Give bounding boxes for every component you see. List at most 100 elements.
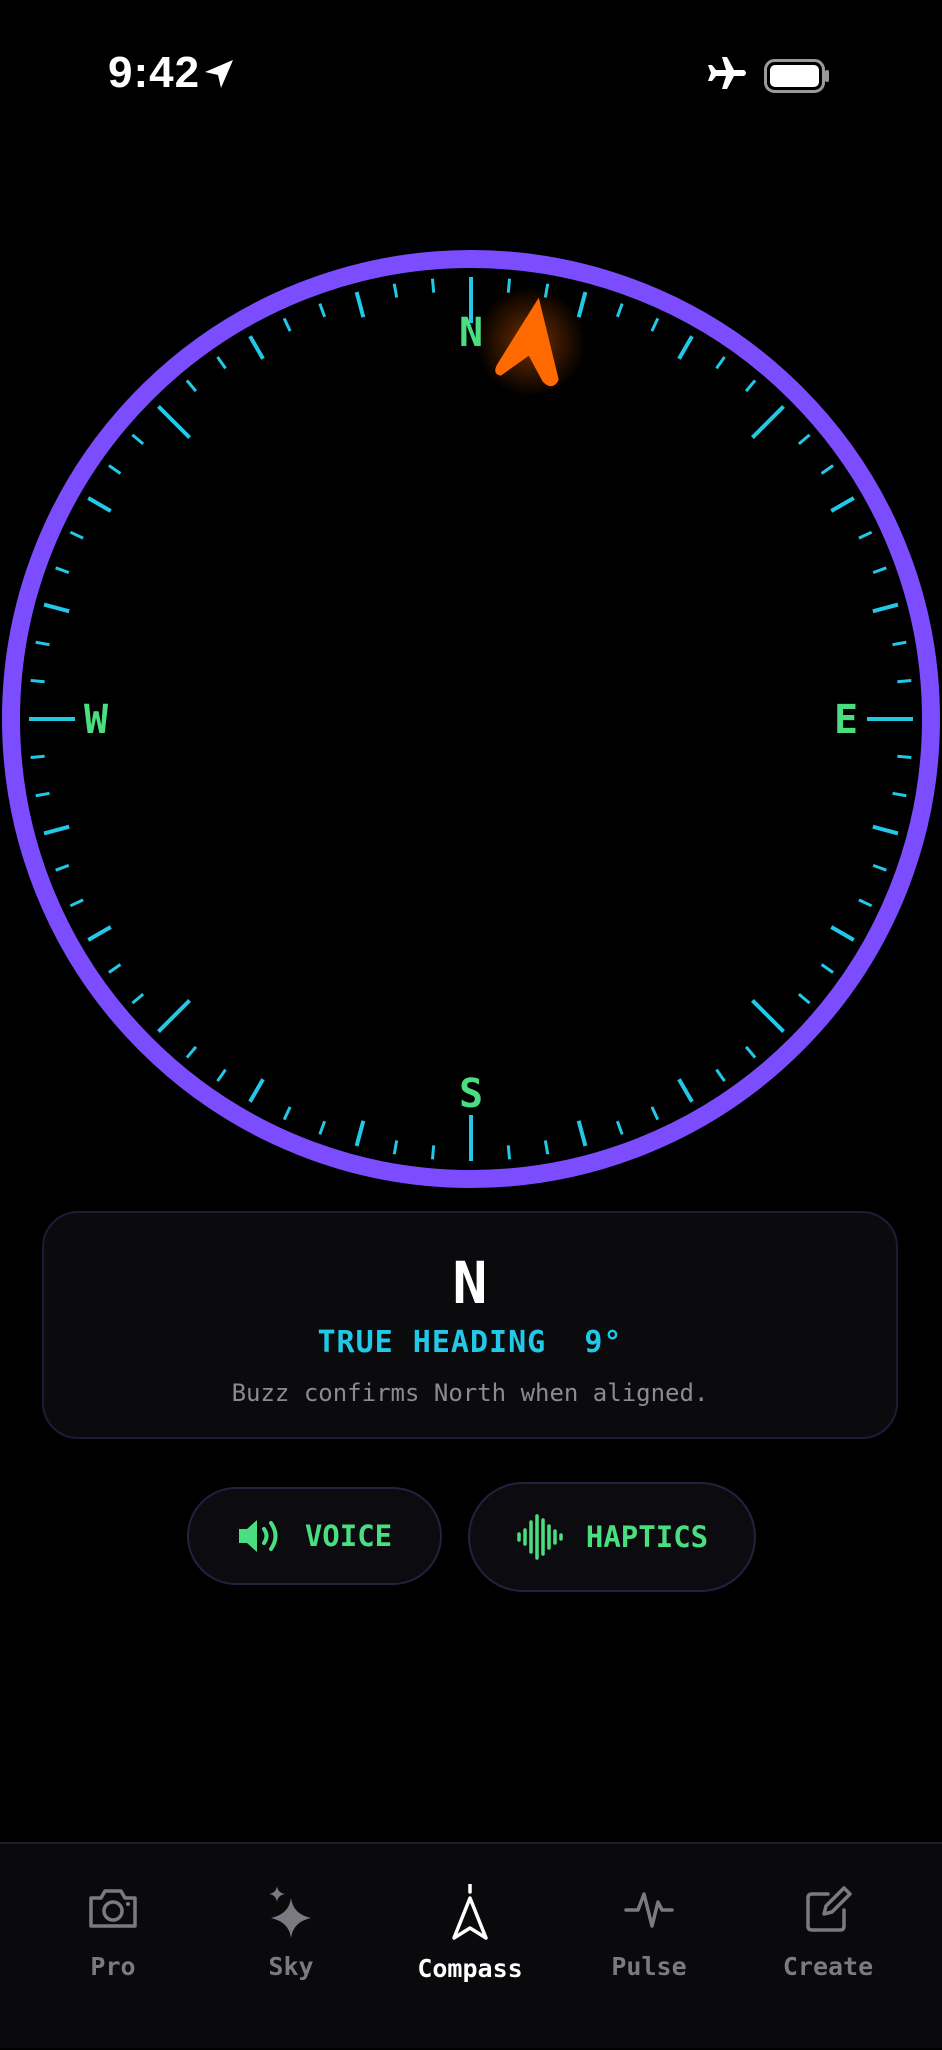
compass-tick bbox=[69, 898, 84, 908]
compass-tick bbox=[650, 1106, 660, 1121]
compass-tick bbox=[131, 433, 145, 446]
compass-tick bbox=[248, 1078, 265, 1103]
compass-tick bbox=[69, 530, 84, 540]
compass-tick bbox=[430, 278, 436, 293]
compass-tick bbox=[797, 433, 811, 446]
status-bar: 9:42 bbox=[0, 0, 942, 150]
compass-tick bbox=[35, 791, 50, 798]
compass-tick bbox=[354, 1120, 366, 1147]
compass-tick bbox=[392, 283, 399, 298]
compass-tick bbox=[744, 1045, 757, 1059]
alignment-note: Buzz confirms North when aligned. bbox=[231, 1379, 709, 1407]
compass-tick bbox=[55, 863, 70, 872]
tab-label: Compass bbox=[417, 1954, 523, 1983]
camera-icon bbox=[89, 1889, 137, 1928]
compass-tick bbox=[506, 1145, 512, 1160]
compass-tick bbox=[615, 303, 624, 318]
tab-label: Sky bbox=[268, 1952, 314, 1981]
tab-label: Create bbox=[782, 1952, 874, 1981]
compass-tick bbox=[892, 640, 907, 647]
compass-tick bbox=[897, 678, 912, 684]
tab-label: Pro bbox=[90, 1952, 136, 1981]
compass-tick bbox=[615, 1120, 624, 1135]
sparkles-icon bbox=[269, 1886, 311, 1938]
compass-tick bbox=[282, 317, 292, 332]
compass-tick bbox=[858, 898, 873, 908]
compass-tick bbox=[820, 963, 834, 974]
compass-tick bbox=[43, 602, 70, 614]
heading-direction: N bbox=[452, 1249, 488, 1317]
compass-ring bbox=[2, 250, 940, 1188]
haptics-button[interactable]: HAPTICS bbox=[468, 1482, 756, 1592]
tab-label: Pulse bbox=[611, 1952, 687, 1981]
compass-tick bbox=[108, 963, 122, 974]
compass-tick bbox=[751, 999, 785, 1033]
status-time: 9:42 bbox=[108, 48, 201, 97]
tab-compass[interactable]: Compass bbox=[380, 1844, 560, 2050]
voice-label: VOICE bbox=[304, 1519, 393, 1553]
compass-tick bbox=[858, 530, 873, 540]
compass-tick bbox=[185, 379, 198, 393]
compass-tick bbox=[157, 405, 191, 439]
compass-tick bbox=[430, 1145, 436, 1160]
compass-tick bbox=[55, 566, 70, 575]
cardinal-east: E bbox=[834, 697, 858, 743]
compass-tick bbox=[506, 278, 512, 293]
compass-tick bbox=[131, 992, 145, 1005]
compass-ticks bbox=[29, 277, 913, 1161]
compass-tick bbox=[715, 356, 726, 370]
compass-tick bbox=[677, 1078, 694, 1103]
compass-tick bbox=[820, 464, 834, 475]
speaker-icon bbox=[238, 1520, 278, 1552]
compass-tick bbox=[30, 678, 45, 684]
compass-tick bbox=[872, 863, 887, 872]
compass-tick bbox=[872, 824, 899, 836]
compass-tick bbox=[897, 754, 912, 760]
compass-tick bbox=[87, 925, 112, 942]
compass-tick bbox=[744, 379, 757, 393]
compass-tick bbox=[108, 464, 122, 475]
compass-tick bbox=[543, 1140, 550, 1155]
airplane-icon bbox=[708, 57, 746, 89]
compass-tick bbox=[715, 1068, 726, 1082]
compass-tick bbox=[392, 1140, 399, 1155]
tab-sky[interactable]: Sky bbox=[201, 1844, 381, 2050]
cardinal-south: S bbox=[459, 1071, 483, 1117]
voice-button[interactable]: VOICE bbox=[187, 1487, 442, 1585]
pulse-icon bbox=[624, 1892, 674, 1928]
compass-tick bbox=[216, 356, 227, 370]
compass-tick bbox=[318, 303, 327, 318]
compass-tick bbox=[185, 1045, 198, 1059]
compass-tick bbox=[650, 317, 660, 332]
battery-icon bbox=[764, 59, 829, 93]
edit-icon bbox=[806, 1886, 852, 1932]
compass-tick bbox=[30, 754, 45, 760]
compass-tick bbox=[892, 791, 907, 798]
compass-needle-icon bbox=[452, 1884, 488, 1940]
tab-pulse[interactable]: Pulse bbox=[559, 1844, 739, 2050]
true-heading-readout: TRUE HEADING 9° bbox=[317, 1325, 623, 1360]
compass-dial: N E S W bbox=[0, 245, 942, 1195]
haptics-label: HAPTICS bbox=[585, 1520, 709, 1554]
compass-tick bbox=[282, 1106, 292, 1121]
compass-tick bbox=[87, 496, 112, 513]
compass-tick bbox=[797, 992, 811, 1005]
compass-tick bbox=[751, 405, 785, 439]
compass-tick bbox=[830, 496, 855, 513]
compass-tick bbox=[35, 640, 50, 647]
compass-tick bbox=[216, 1068, 227, 1082]
compass-tick bbox=[43, 824, 70, 836]
compass-tick bbox=[872, 566, 887, 575]
location-arrow-icon bbox=[205, 60, 233, 88]
compass-tick bbox=[248, 335, 265, 360]
tab-pro[interactable]: Pro bbox=[23, 1844, 203, 2050]
compass-dial-svg: N E S W bbox=[2, 250, 940, 1188]
waveform-icon bbox=[517, 1514, 563, 1560]
compass-tick bbox=[576, 291, 588, 318]
compass-tick bbox=[830, 925, 855, 942]
heading-pointer-icon bbox=[475, 286, 586, 397]
tab-create[interactable]: Create bbox=[738, 1844, 918, 2050]
compass-tick bbox=[576, 1120, 588, 1147]
compass-tick bbox=[318, 1120, 327, 1135]
heading-card: N TRUE HEADING 9° Buzz confirms North wh… bbox=[42, 1211, 898, 1439]
